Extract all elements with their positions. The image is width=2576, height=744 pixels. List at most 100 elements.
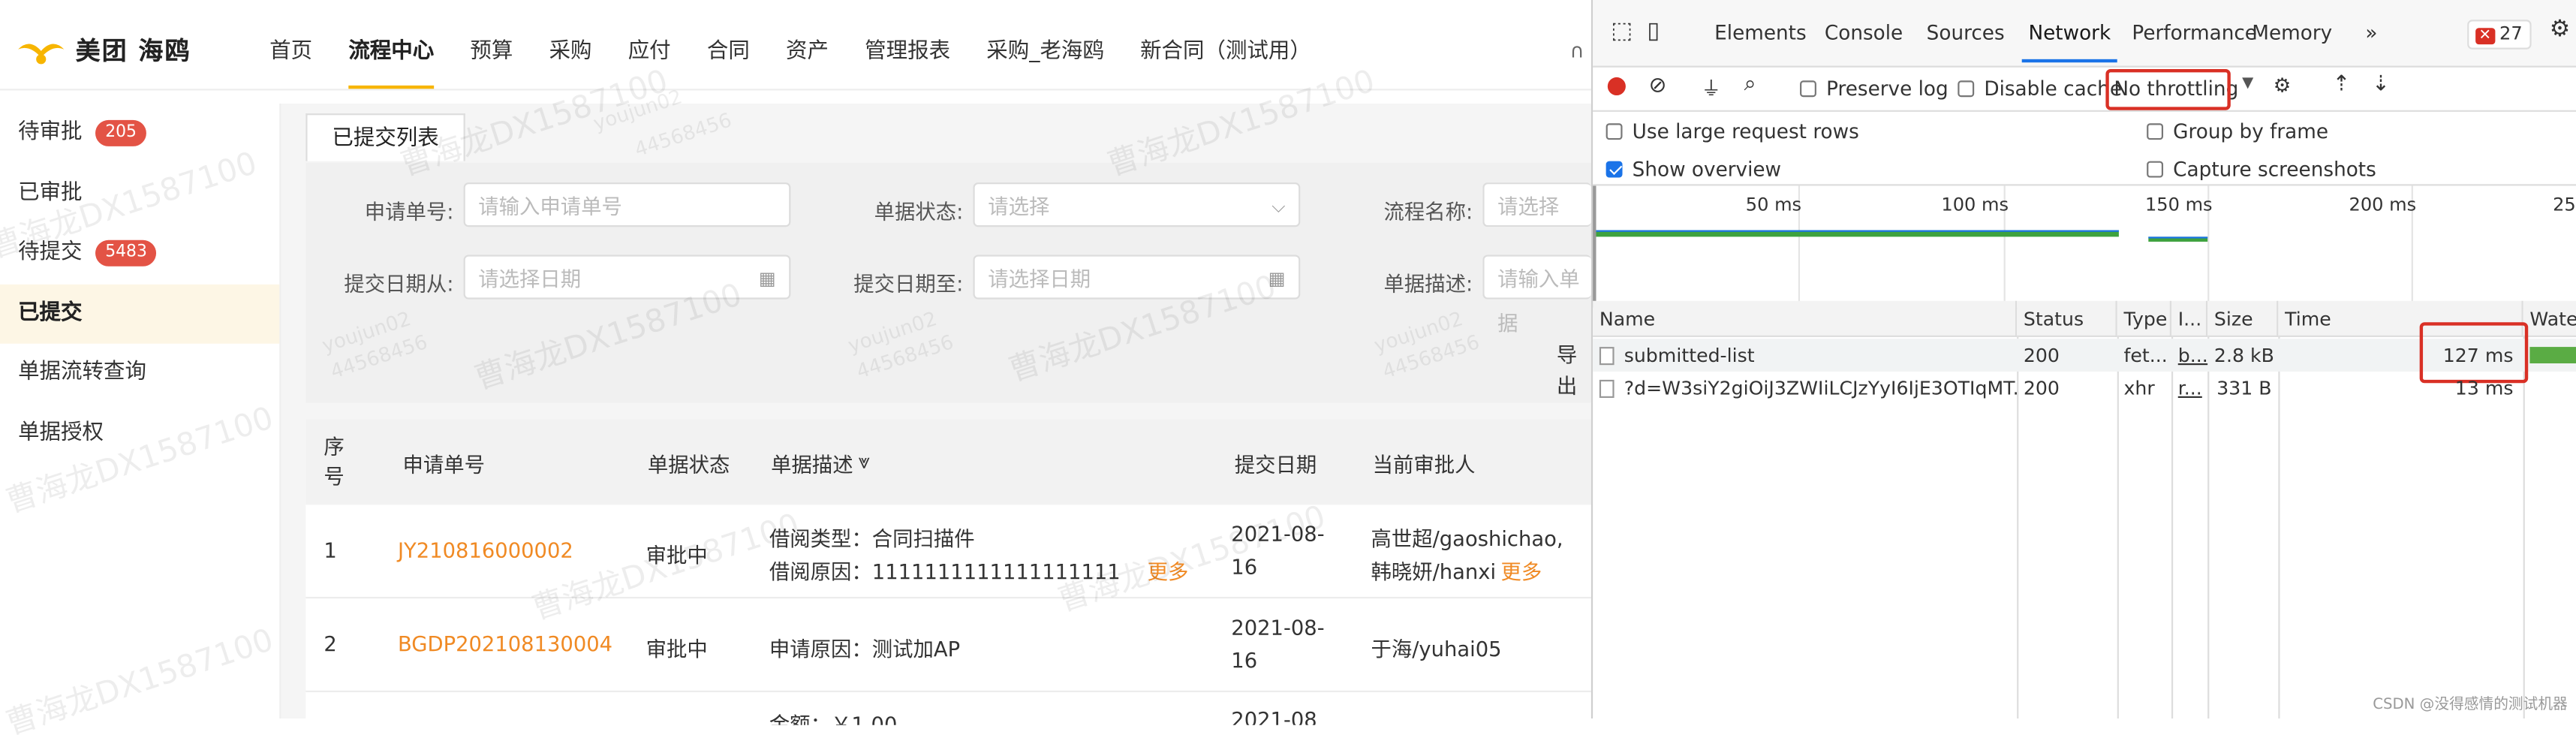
request-row[interactable]: ?d=W3siY2giOiJ3ZWIiLCJzYyI6IjE3OTIqMT...… [1593, 372, 2576, 405]
record-icon[interactable] [1607, 77, 1626, 96]
import-har-icon[interactable]: ⇡ [2333, 72, 2351, 97]
devtools-tabbar: ⬚ ▯ Elements Console Sources Network Per… [1593, 0, 2576, 68]
logo-text: 美团 海鸥 [75, 36, 191, 66]
col-name[interactable]: Name [1593, 300, 2018, 337]
error-count-badge[interactable]: ✕ 27 [2467, 20, 2531, 50]
request-status: 200 [2023, 343, 2060, 367]
row-date-line2: 16 [1231, 554, 1258, 579]
nav-payable[interactable]: 应付 [610, 17, 689, 89]
nav-assets[interactable]: 资产 [768, 17, 847, 89]
nav-new-contract[interactable]: 新合同（测试用） [1122, 17, 1329, 89]
inspect-element-icon[interactable]: ⬚ [1611, 18, 1633, 44]
sort-down-icon: ⩔ [858, 448, 870, 474]
flow-select[interactable]: 请选择 [1482, 182, 1591, 227]
red-highlight-box [2105, 68, 2231, 110]
nav-process-center[interactable]: 流程中心 [330, 17, 452, 89]
search-icon[interactable]: ⌕ [1744, 72, 1756, 97]
date-to-label: 提交日期至: [853, 271, 964, 297]
device-toolbar-icon[interactable]: ▯ [1647, 18, 1660, 44]
placeholder: 请选择 [988, 194, 1050, 219]
sidebar-item-pending-submit[interactable]: 待提交 5483 [0, 224, 279, 284]
apply-no-link[interactable]: BGDP202108130004 [398, 631, 612, 656]
desc-input[interactable]: 请输入单据 [1482, 255, 1591, 336]
nav-home[interactable]: 首页 [251, 17, 330, 89]
row-approver-line1: 于海/yuhai05 [1371, 636, 1502, 661]
export-har-icon[interactable]: ⇣ [2372, 72, 2390, 97]
date-to-picker[interactable]: 请选择日期 ▦ [973, 255, 1301, 300]
row-date-line1: 2021-08- [1231, 521, 1325, 547]
col-status: 单据状态 [647, 451, 730, 477]
desc-more-link[interactable]: 更多 [1148, 554, 1189, 586]
dropdown-arrow-icon[interactable]: ▼ [2242, 76, 2253, 92]
tab-console[interactable]: Console [1825, 21, 1903, 44]
nav-old-purchase[interactable]: 采购_老海鸥 [968, 17, 1122, 89]
checkbox-icon [1800, 80, 1816, 98]
apply-no-input[interactable]: 请输入申请单号 [463, 182, 791, 227]
more-tabs-icon[interactable]: » [2365, 21, 2377, 44]
col-type[interactable]: Type [2117, 300, 2171, 337]
devtools-panel: ⬚ ▯ Elements Console Sources Network Per… [1590, 0, 2576, 719]
apply-no-label: 申请单号: [364, 198, 454, 224]
group-by-frame-checkbox[interactable]: Group by frame [2147, 120, 2328, 143]
large-rows-checkbox[interactable]: Use large request rows [1605, 119, 1859, 143]
sidebar-item-label: 单据流转查询 [18, 360, 146, 386]
request-initiator[interactable]: b... [2171, 339, 2207, 372]
filter-icon[interactable]: ⏚ [1702, 74, 1721, 102]
col-desc[interactable]: 单据描述 ⩔ [771, 419, 870, 505]
nav-contract[interactable]: 合同 [689, 17, 768, 89]
col-size[interactable]: Size [2207, 300, 2279, 337]
nav-purchase[interactable]: 采购 [531, 17, 609, 89]
show-overview-checkbox[interactable]: Show overview [1605, 158, 1781, 181]
request-initiator[interactable]: r... [2171, 372, 2207, 405]
seagull-logo-icon [17, 34, 65, 67]
app-logo[interactable]: 美团 海鸥 [17, 33, 191, 68]
overview-bar-request-2 [2148, 236, 2208, 242]
sidebar-item-submitted[interactable]: 已提交 [0, 283, 280, 344]
overview-bar-request-1 [1596, 230, 2119, 237]
headset-icon[interactable]: ∩ [1569, 40, 1584, 63]
tab-memory[interactable]: Memory [2252, 21, 2332, 44]
request-size: 331 B [2216, 376, 2272, 400]
approver-more-link[interactable]: 更多 [1500, 554, 1542, 586]
tab-performance[interactable]: Performance [2132, 21, 2257, 44]
filter-panel: 申请单号: 请输入申请单号 单据状态: 请选择 ⌵ 流程名称: 请选择 提交日期从… [305, 162, 1591, 403]
tab-submitted-list[interactable]: 已提交列表 [305, 113, 465, 161]
status-select[interactable]: 请选择 ⌵ [973, 182, 1301, 227]
tab-network[interactable]: Network [2021, 21, 2118, 63]
row-desc-line1: 借阅类型：合同扫描件 [769, 526, 975, 551]
sidebar-item-flow-query[interactable]: 单据流转查询 [0, 344, 279, 404]
export-button[interactable]: 导出 [1557, 337, 1591, 399]
nav-budget[interactable]: 预算 [452, 17, 531, 89]
large-rows-label: Use large request rows [1632, 119, 1859, 143]
sidebar-item-label: 已提交 [18, 300, 83, 326]
nav-reports[interactable]: 管理报表 [847, 17, 968, 89]
placeholder: 请选择日期 [478, 266, 582, 291]
date-from-picker[interactable]: 请选择日期 ▦ [463, 255, 791, 300]
overview-tick: 150 ms [2144, 194, 2213, 215]
error-count: 27 [2499, 23, 2523, 45]
network-conditions-icon[interactable]: ⚙ [2274, 74, 2292, 98]
disable-cache-checkbox[interactable]: Disable cache [1958, 77, 2122, 101]
tab-elements[interactable]: Elements [1714, 21, 1807, 44]
col-apply-no: 申请单号 [402, 451, 486, 477]
main-content: 已提交列表 申请单号: 请输入申请单号 单据状态: 请选择 ⌵ 流程名称: 请选择… [281, 103, 1591, 725]
row-desc-line1: 金额：￥1.00 [769, 712, 898, 725]
app-window: 美团 海鸥 首页 流程中心 预算 采购 应付 合同 资产 管理报表 采购_老海鸥… [0, 0, 1591, 742]
preserve-log-checkbox[interactable]: Preserve log [1800, 77, 1949, 101]
network-overview[interactable]: 50 ms 100 ms 150 ms 200 ms 250 [1593, 185, 2576, 309]
apply-no-link[interactable]: JY210816000002 [398, 538, 573, 562]
sidebar-item-authorization[interactable]: 单据授权 [0, 404, 279, 464]
capture-screenshots-checkbox[interactable]: Capture screenshots [2147, 158, 2376, 181]
tab-sources[interactable]: Sources [1927, 21, 2005, 44]
sidebar-item-approved[interactable]: 已审批 [0, 164, 279, 224]
main-nav: 首页 流程中心 预算 采购 应付 合同 资产 管理报表 采购_老海鸥 新合同（测… [251, 17, 1329, 89]
request-name: submitted-list [1593, 339, 2017, 372]
col-waterfall[interactable]: Waterf [2523, 300, 2576, 337]
group-by-frame-label: Group by frame [2173, 119, 2329, 143]
col-initiator[interactable]: I... [2171, 300, 2208, 337]
settings-gear-icon[interactable]: ⚙ [2550, 17, 2571, 43]
sidebar-item-pending-approval[interactable]: 待审批 205 [0, 104, 279, 164]
capture-screenshots-label: Capture screenshots [2173, 158, 2376, 181]
clear-icon[interactable]: ⊘ [1649, 74, 1667, 99]
col-status[interactable]: Status [2017, 300, 2117, 337]
